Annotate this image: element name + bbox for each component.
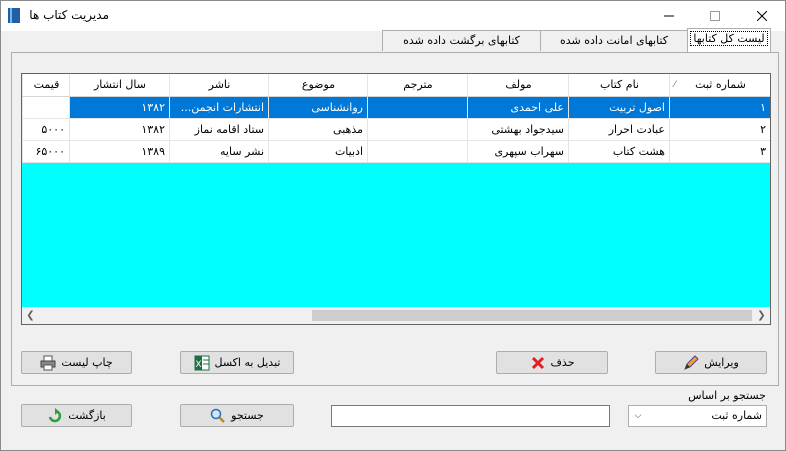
export-excel-button[interactable]: تبدیل به اکسل X [180,351,294,374]
cell-publish-year: ۱۳۸۹ [69,141,169,163]
cell-price: ۵۰۰۰ [22,119,69,141]
svg-text:X: X [195,360,201,370]
back-button-label: بازگشت [68,409,106,422]
search-button-label: جستجو [231,409,264,422]
search-input[interactable] [331,405,610,427]
cell-author: سیدجواد بهشتی [467,119,568,141]
delete-button[interactable]: حذف [496,351,608,374]
print-list-button[interactable]: چاپ لیست [21,351,132,374]
cell-title: اصول تربیت [568,97,669,119]
close-button[interactable] [739,1,785,31]
cell-publisher: نشر سایه [169,141,268,163]
cell-subject: مذهبی [268,119,367,141]
pencil-icon [684,354,699,370]
book-icon [8,8,20,23]
scroll-thumb[interactable] [312,310,752,321]
cell-subject: روانشناسی [268,97,367,119]
cell-register-no: ۲ [669,119,770,141]
delete-x-icon [531,356,544,369]
cell-title: هشت کتاب [568,141,669,163]
search-button[interactable]: جستجو [180,404,294,427]
cell-translator [367,119,467,141]
col-header-title[interactable]: نام کتاب [568,74,670,96]
cell-register-no: ۱ [669,97,770,119]
edit-button[interactable]: ویرایش [655,351,767,374]
cell-register-no: ۳ [669,141,770,163]
minimize-button[interactable] [646,1,692,31]
cell-author: سهراب سپهری [467,141,568,163]
close-icon [757,11,767,21]
printer-icon [40,355,56,370]
table-row[interactable]: ۳ هشت کتاب سهراب سپهری ادبیات نشر سایه ۱… [22,141,770,163]
col-header-publisher[interactable]: ناشر [169,74,269,96]
tab-loaned-books-label: کتابهای امانت داده شده [559,34,669,47]
cell-publisher: ستاد اقامه نماز [169,119,268,141]
minimize-icon [664,15,674,17]
scroll-left-icon[interactable]: ❮ [22,307,39,324]
cell-publish-year: ۱۳۸۲ [69,119,169,141]
back-button[interactable]: بازگشت [21,404,132,427]
magnifier-icon [210,408,226,423]
maximize-button[interactable] [692,1,738,31]
cell-author: علی احمدی [467,97,568,119]
col-header-publish-year[interactable]: سال انتشار [69,74,170,96]
books-grid[interactable]: ⁄ شماره ثبت نام کتاب مولف مترجم موضوع ناش… [21,73,771,325]
cell-translator [367,97,467,119]
tab-returned-books[interactable]: کتابهای برگشت داده شده [382,30,541,51]
col-header-price[interactable]: قیمت [22,74,70,96]
horizontal-scrollbar[interactable]: ❮ ❯ [22,307,770,324]
cell-price [22,97,69,119]
search-by-label: جستجو بر اساس [688,389,766,402]
grid-header: ⁄ شماره ثبت نام کتاب مولف مترجم موضوع ناش… [22,74,770,97]
search-field-value: شماره ثبت [711,409,762,422]
cell-title: عبادت احرار [568,119,669,141]
tab-panel: ⁄ شماره ثبت نام کتاب مولف مترجم موضوع ناش… [11,52,779,386]
print-list-button-label: چاپ لیست [61,356,113,369]
table-row[interactable]: ۲ عبادت احرار سیدجواد بهشتی مذهبی ستاد ا… [22,119,770,141]
table-row[interactable]: ۱ اصول تربیت علی احمدی روانشناسی انتشارا… [22,97,770,119]
col-header-translator[interactable]: مترجم [367,74,468,96]
col-header-subject[interactable]: موضوع [268,74,368,96]
tab-all-books[interactable]: لیست کل کتابها [687,28,771,52]
search-field-select[interactable]: شماره ثبت ⌵ [628,405,767,427]
window-title: مدیریت کتاب ها [29,8,109,22]
return-arrow-icon [48,407,62,422]
edit-button-label: ویرایش [704,356,739,369]
col-header-register-no[interactable]: ⁄ شماره ثبت [669,74,770,96]
cell-publish-year: ۱۳۸۲ [69,97,169,119]
chevron-down-icon[interactable]: ⌵ [629,406,647,426]
tab-returned-books-label: کتابهای برگشت داده شده [403,34,520,47]
cell-subject: ادبیات [268,141,367,163]
excel-icon: X [194,355,210,370]
title-bar: مدیریت کتاب ها [1,1,785,31]
tab-all-books-label: لیست کل کتابها [690,31,768,46]
cell-price: ۶۵۰۰۰ [22,141,69,163]
main-window: مدیریت کتاب ها لیست کل کتابها کتابهای ام… [0,0,786,451]
sort-icon: ⁄ [674,80,676,90]
col-header-author[interactable]: مولف [467,74,569,96]
export-excel-button-label: تبدیل به اکسل [214,356,281,369]
tab-loaned-books[interactable]: کتابهای امانت داده شده [540,30,688,51]
cell-translator [367,141,467,163]
delete-button-label: حذف [550,356,575,369]
maximize-icon [710,11,720,21]
cell-publisher: انتشارات انجمن... [169,97,268,119]
scroll-right-icon[interactable]: ❯ [753,307,770,324]
